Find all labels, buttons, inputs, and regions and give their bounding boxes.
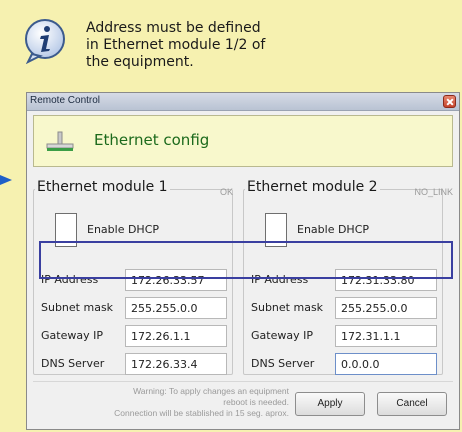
dhcp-label: Enable DHCP — [87, 223, 160, 236]
field-label: Gateway IP — [251, 329, 313, 342]
field-label: Subnet mask — [41, 301, 114, 314]
page-title: Ethernet config — [94, 131, 210, 149]
warning-line-2: reboot is needed. — [223, 397, 289, 407]
cancel-button[interactable]: Cancel — [377, 392, 447, 416]
dhcp-label: Enable DHCP — [297, 223, 370, 236]
dns-server-input[interactable]: 172.26.33.4 — [125, 353, 227, 375]
info-line-3: the equipment. — [86, 54, 194, 70]
gateway-row: Gateway IP 172.31.1.1 — [249, 325, 439, 347]
ip-address-row: IP Address 172.31.33.80 — [249, 269, 439, 291]
dns-server-row: DNS Server 172.26.33.4 — [39, 353, 229, 375]
ip-address-row: IP Address 172.26.33.57 — [39, 269, 229, 291]
module-title: Ethernet module 2 — [245, 179, 380, 195]
field-label: IP Address — [251, 273, 309, 286]
pointer-arrow-icon — [0, 172, 14, 186]
apply-button[interactable]: Apply — [295, 392, 365, 416]
module-title: Ethernet module 1 — [35, 179, 170, 195]
field-label: IP Address — [41, 273, 99, 286]
subnet-mask-row: Subnet mask 255.255.0.0 — [249, 297, 439, 319]
field-label: Gateway IP — [41, 329, 103, 342]
gateway-input[interactable]: 172.26.1.1 — [125, 325, 227, 347]
dns-server-row: DNS Server 0.0.0.0 — [249, 353, 439, 375]
field-label: DNS Server — [41, 357, 105, 370]
ip-address-input[interactable]: 172.31.33.80 — [335, 269, 437, 291]
info-line-1: Address must be defined — [86, 20, 261, 36]
gateway-input[interactable]: 172.31.1.1 — [335, 325, 437, 347]
warning-line-1: Warning: To apply changes an equipment — [133, 386, 289, 396]
subnet-mask-input[interactable]: 255.255.0.0 — [335, 297, 437, 319]
remote-control-dialog: Remote Control Ethernet config Ethernet … — [26, 92, 460, 430]
ethernet-icon — [46, 130, 74, 154]
title-bar[interactable]: Remote Control — [27, 93, 459, 111]
close-icon[interactable] — [443, 95, 456, 108]
field-label: DNS Server — [251, 357, 315, 370]
dhcp-checkbox[interactable] — [55, 213, 77, 247]
ethernet-module-1: Ethernet module 1 OK Enable DHCP IP Addr… — [33, 179, 233, 375]
field-label: Subnet mask — [251, 301, 324, 314]
info-message: Address must be defined in Ethernet modu… — [86, 20, 326, 71]
module-status: NO_LINK — [414, 187, 453, 197]
module-status: OK — [219, 187, 233, 197]
window-title: Remote Control — [30, 95, 101, 106]
dns-server-input[interactable]: 0.0.0.0 — [335, 353, 437, 375]
gateway-row: Gateway IP 172.26.1.1 — [39, 325, 229, 347]
dhcp-checkbox[interactable] — [265, 213, 287, 247]
ip-address-input[interactable]: 172.26.33.57 — [125, 269, 227, 291]
info-line-2: in Ethernet module 1/2 of — [86, 37, 266, 53]
subnet-mask-input[interactable]: 255.255.0.0 — [125, 297, 227, 319]
footer: Warning: To apply changes an equipment r… — [33, 381, 453, 425]
ethernet-module-2: Ethernet module 2 NO_LINK Enable DHCP IP… — [243, 179, 453, 375]
reboot-warning: Warning: To apply changes an equipment r… — [43, 386, 289, 419]
header-panel: Ethernet config — [33, 115, 453, 167]
info-icon — [22, 18, 68, 65]
warning-line-3: Connection will be stablished in 15 seg.… — [114, 408, 289, 418]
subnet-mask-row: Subnet mask 255.255.0.0 — [39, 297, 229, 319]
